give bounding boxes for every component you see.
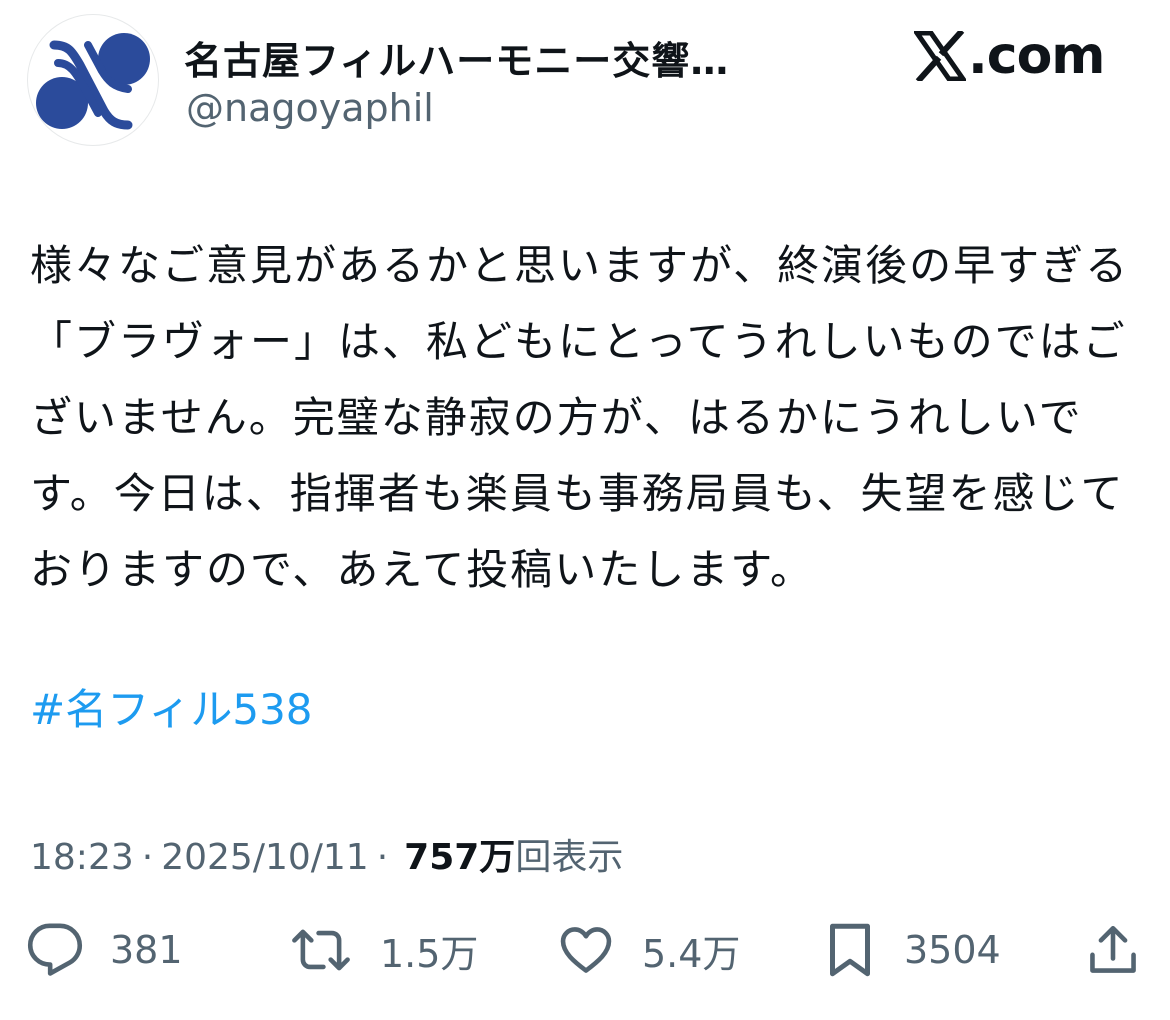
x-logo-icon [914,31,966,81]
tweet-time[interactable]: 18:23 [30,837,134,878]
meta-separator: · [141,837,154,878]
like-button[interactable]: 5.4万 [556,918,740,982]
tweet-text: 様々なご意見があるかと思いますが、終演後の早すぎる「ブラヴォー」は、私どもにとっ… [30,241,1130,594]
user-handle[interactable]: @nagoyaphil [186,86,434,130]
avatar[interactable] [27,14,159,146]
orchestra-logo-icon [36,33,150,130]
meta-separator: · [376,837,389,878]
brand-logo: .com [914,24,1105,88]
bookmark-count: 3504 [904,928,1001,972]
display-name[interactable]: 名古屋フィルハーモニー交響… [184,30,729,85]
views-label[interactable]: 回表示 [515,828,623,880]
reply-icon [27,923,83,976]
tweet-meta: 18:23 · 2025/10/11 · 757万 回表示 [30,828,623,880]
repost-count: 1.5万 [380,931,479,976]
reply-count: 381 [110,928,183,972]
repost-icon [292,929,350,971]
like-count: 5.4万 [642,931,741,976]
tweet-date[interactable]: 2025/10/11 [161,837,369,878]
brand-domain: .com [968,26,1105,86]
bookmark-icon [830,923,870,977]
hashtag-link[interactable]: #名フィル538 [30,680,313,740]
share-icon [1090,925,1136,973]
repost-button[interactable]: 1.5万 [288,918,478,982]
views-count[interactable]: 757万 [404,828,515,880]
reply-button[interactable]: 381 [26,918,183,982]
bookmark-button[interactable]: 3504 [822,918,1001,982]
action-bar: 381 1.5万 5.4万 3504 [26,918,1146,982]
share-button[interactable] [1084,918,1142,982]
heart-icon [560,927,612,973]
